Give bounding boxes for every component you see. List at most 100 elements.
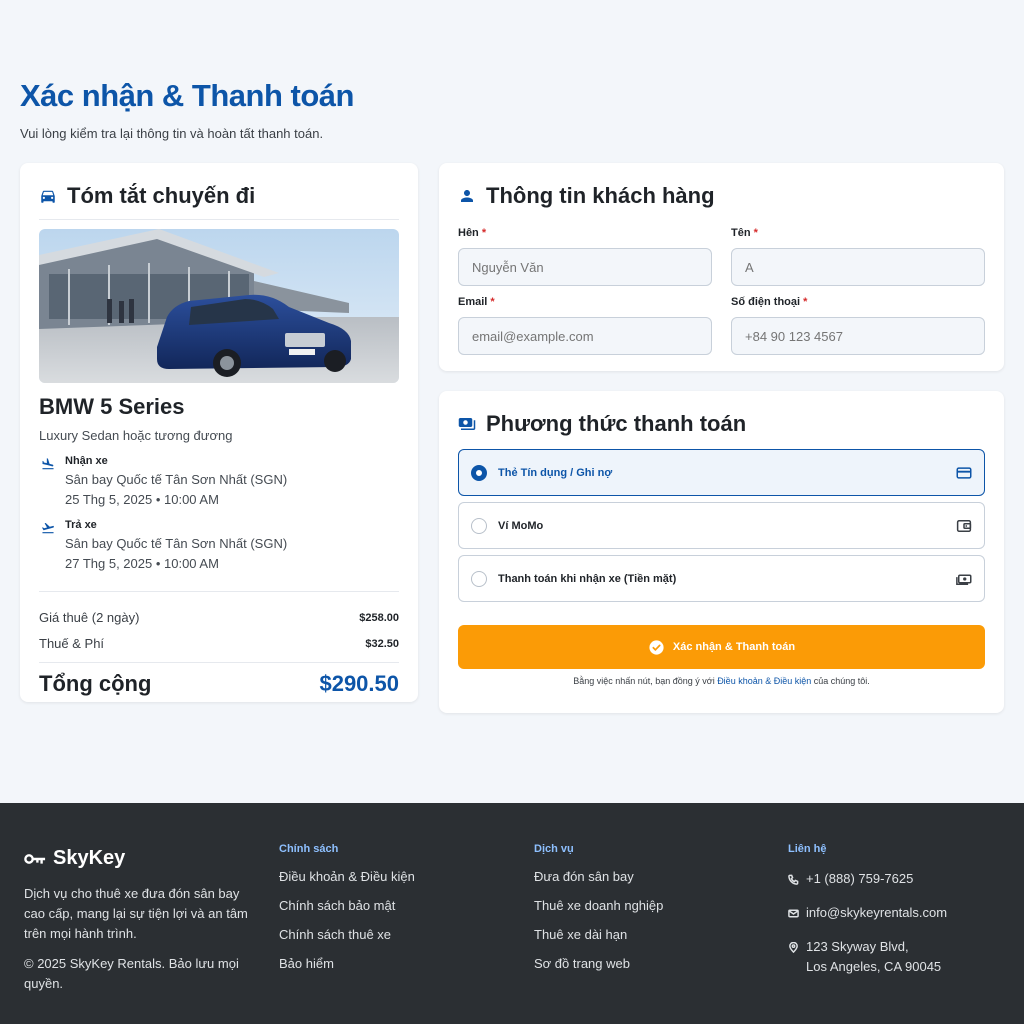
terms-link[interactable]: Điều khoản & Điều kiện — [717, 676, 811, 686]
footer-description: Dịch vụ cho thuê xe đưa đón sân bay cao … — [24, 886, 248, 941]
footer-policy-column: Chính sách Điều khoản & Điều kiện Chính … — [279, 843, 415, 971]
dropoff-datetime: 27 Thg 5, 2025 • 10:00 AM — [65, 556, 219, 571]
phone-group: Số điện thoại * — [731, 286, 985, 355]
customer-info-header: Thông tin khách hàng — [458, 183, 985, 209]
footer-address: 123 Skyway Blvd, Los Angeles, CA 90045 — [788, 937, 947, 977]
trip-summary-header: Tóm tắt chuyến đi — [39, 183, 399, 220]
flight-land-icon — [42, 458, 54, 470]
footer-link-business-rental[interactable]: Thuê xe doanh nghiệp — [534, 898, 663, 913]
location-pin-icon — [789, 942, 798, 953]
rental-price-row: Giá thuê (2 ngày) $258.00 — [39, 608, 399, 628]
fees-label: Thuế & Phí — [39, 636, 105, 651]
total-row: Tổng cộng $290.50 — [39, 662, 399, 697]
confirm-payment-label: Xác nhận & Thanh toán — [672, 641, 796, 653]
fees-value: $32.50 — [365, 638, 399, 650]
last-name-group: Hên * — [458, 217, 712, 286]
cash-icon — [956, 574, 972, 585]
footer-services-column: Dịch vụ Đưa đón sân bay Thuê xe doanh ng… — [534, 843, 663, 971]
car-icon — [41, 190, 55, 203]
terms-prefix: Bằng việc nhấn nút, bạn đồng ý với — [573, 676, 718, 686]
first-name-label: Tên * — [731, 227, 985, 239]
flight-takeoff-icon — [42, 522, 54, 534]
price-breakdown: Giá thuê (2 ngày) $258.00 Thuế & Phí $32… — [39, 591, 399, 697]
footer-phone[interactable]: +1 (888) 759-7625 — [788, 869, 947, 889]
car-class: Luxury Sedan hoặc tương đương — [39, 428, 233, 443]
email-input[interactable] — [458, 317, 712, 355]
radio-button[interactable] — [471, 570, 487, 587]
last-name-label-text: Hên — [458, 227, 479, 239]
pickup-datetime: 25 Thg 5, 2025 • 10:00 AM — [65, 492, 219, 507]
footer-brand-name: SkyKey — [53, 847, 126, 869]
footer-policy-heading: Chính sách — [279, 843, 339, 855]
person-icon — [461, 190, 473, 202]
footer-link-long-term[interactable]: Thuê xe dài hạn — [534, 927, 663, 942]
dropoff-info: Trả xe Sân bay Quốc tế Tân Sơn Nhất (SGN… — [39, 519, 399, 571]
email-label: Email * — [458, 296, 712, 308]
pickup-label: Nhận xe — [65, 455, 108, 467]
wallet-icon — [956, 519, 972, 532]
key-icon — [24, 853, 46, 864]
required-mark: * — [753, 227, 758, 239]
payment-option-label: Thanh toán khi nhận xe (Tiền mặt) — [498, 572, 677, 585]
footer-copyright: © 2025 SkyKey Rentals. Bảo lưu mọi quyền… — [24, 956, 239, 991]
total-label: Tổng cộng — [39, 671, 152, 696]
payment-option-label: Thẻ Tín dụng / Ghi nợ — [498, 466, 613, 479]
dropoff-location: Sân bay Quốc tế Tân Sơn Nhất (SGN) — [65, 536, 288, 551]
site-footer: SkyKey Dịch vụ cho thuê xe đưa đón sân b… — [0, 803, 1024, 1024]
footer-brand[interactable]: SkyKey — [24, 847, 260, 870]
confirm-payment-button[interactable]: Xác nhận & Thanh toán — [458, 625, 985, 669]
footer-link-sitemap[interactable]: Sơ đồ trang web — [534, 956, 663, 971]
check-circle-icon — [649, 639, 664, 655]
mail-icon — [788, 909, 799, 918]
payment-method-card: Phương thức thanh toán Thẻ Tín dụng / Gh… — [439, 391, 1004, 713]
footer-brand-column: SkyKey Dịch vụ cho thuê xe đưa đón sân b… — [24, 843, 260, 994]
total-value: $290.50 — [319, 671, 399, 696]
payment-options: Thẻ Tín dụng / Ghi nợ Ví MoMo Thanh toán… — [458, 449, 985, 602]
footer-address-line1: 123 Skyway Blvd, — [806, 939, 909, 954]
car-photo — [39, 229, 399, 383]
last-name-input[interactable] — [458, 248, 712, 286]
footer-email[interactable]: info@skykeyrentals.com — [788, 903, 947, 923]
payment-option-label: Ví MoMo — [498, 519, 544, 532]
first-name-group: Tên * — [731, 217, 985, 286]
trip-summary-title: Tóm tắt chuyến đi — [67, 183, 256, 208]
payment-option-card[interactable]: Thẻ Tín dụng / Ghi nợ — [458, 449, 985, 496]
payment-option-momo[interactable]: Ví MoMo — [458, 502, 985, 549]
radio-button[interactable] — [471, 517, 487, 534]
page-title: Xác nhận & Thanh toán — [20, 78, 354, 113]
payment-method-title: Phương thức thanh toán — [486, 411, 747, 436]
phone-label: Số điện thoại * — [731, 296, 985, 308]
required-mark: * — [490, 296, 495, 308]
page-header: Xác nhận & Thanh toán Vui lòng kiểm tra … — [20, 78, 354, 141]
car-name: BMW 5 Series — [39, 394, 185, 419]
pickup-location: Sân bay Quốc tế Tân Sơn Nhất (SGN) — [65, 472, 288, 487]
payment-option-cash[interactable]: Thanh toán khi nhận xe (Tiền mặt) — [458, 555, 985, 602]
footer-link-airport-transfer[interactable]: Đưa đón sân bay — [534, 869, 663, 884]
rental-price-value: $258.00 — [359, 612, 399, 624]
phone-input[interactable] — [731, 317, 985, 355]
footer-link-privacy[interactable]: Chính sách bảo mật — [279, 898, 415, 913]
footer-phone-text: +1 (888) 759-7625 — [806, 871, 914, 886]
footer-email-text: info@skykeyrentals.com — [806, 905, 948, 920]
required-mark: * — [481, 227, 487, 239]
radio-button-checked[interactable] — [471, 464, 487, 481]
page-subtitle: Vui lòng kiểm tra lại thông tin và hoàn … — [20, 126, 324, 141]
footer-link-insurance[interactable]: Bảo hiểm — [279, 956, 415, 971]
footer-services-heading: Dịch vụ — [534, 843, 574, 855]
customer-info-title: Thông tin khách hàng — [486, 183, 715, 208]
pickup-info: Nhận xe Sân bay Quốc tế Tân Sơn Nhất (SG… — [39, 455, 399, 507]
phone-label-text: Số điện thoại — [731, 296, 801, 308]
rental-price-label: Giá thuê (2 ngày) — [39, 610, 140, 625]
fees-row: Thuế & Phí $32.50 — [39, 634, 399, 654]
customer-info-card: Thông tin khách hàng Hên * Tên * Email *… — [439, 163, 1004, 371]
footer-link-rental-policy[interactable]: Chính sách thuê xe — [279, 927, 415, 942]
footer-link-terms[interactable]: Điều khoản & Điều kiện — [279, 869, 415, 884]
trip-summary-card: Tóm tắt chuyến đi BMW 5 Series Luxury Se… — [20, 163, 418, 702]
dropoff-label: Trả xe — [65, 519, 97, 531]
last-name-label: Hên * — [458, 227, 712, 239]
payments-icon — [458, 418, 476, 430]
footer-contact-column: Liên hệ +1 (888) 759-7625 info@skykeyren… — [788, 843, 947, 977]
terms-notice: Bằng việc nhấn nút, bạn đồng ý với Điều … — [458, 676, 985, 686]
first-name-input[interactable] — [731, 248, 985, 286]
phone-icon — [788, 874, 799, 885]
